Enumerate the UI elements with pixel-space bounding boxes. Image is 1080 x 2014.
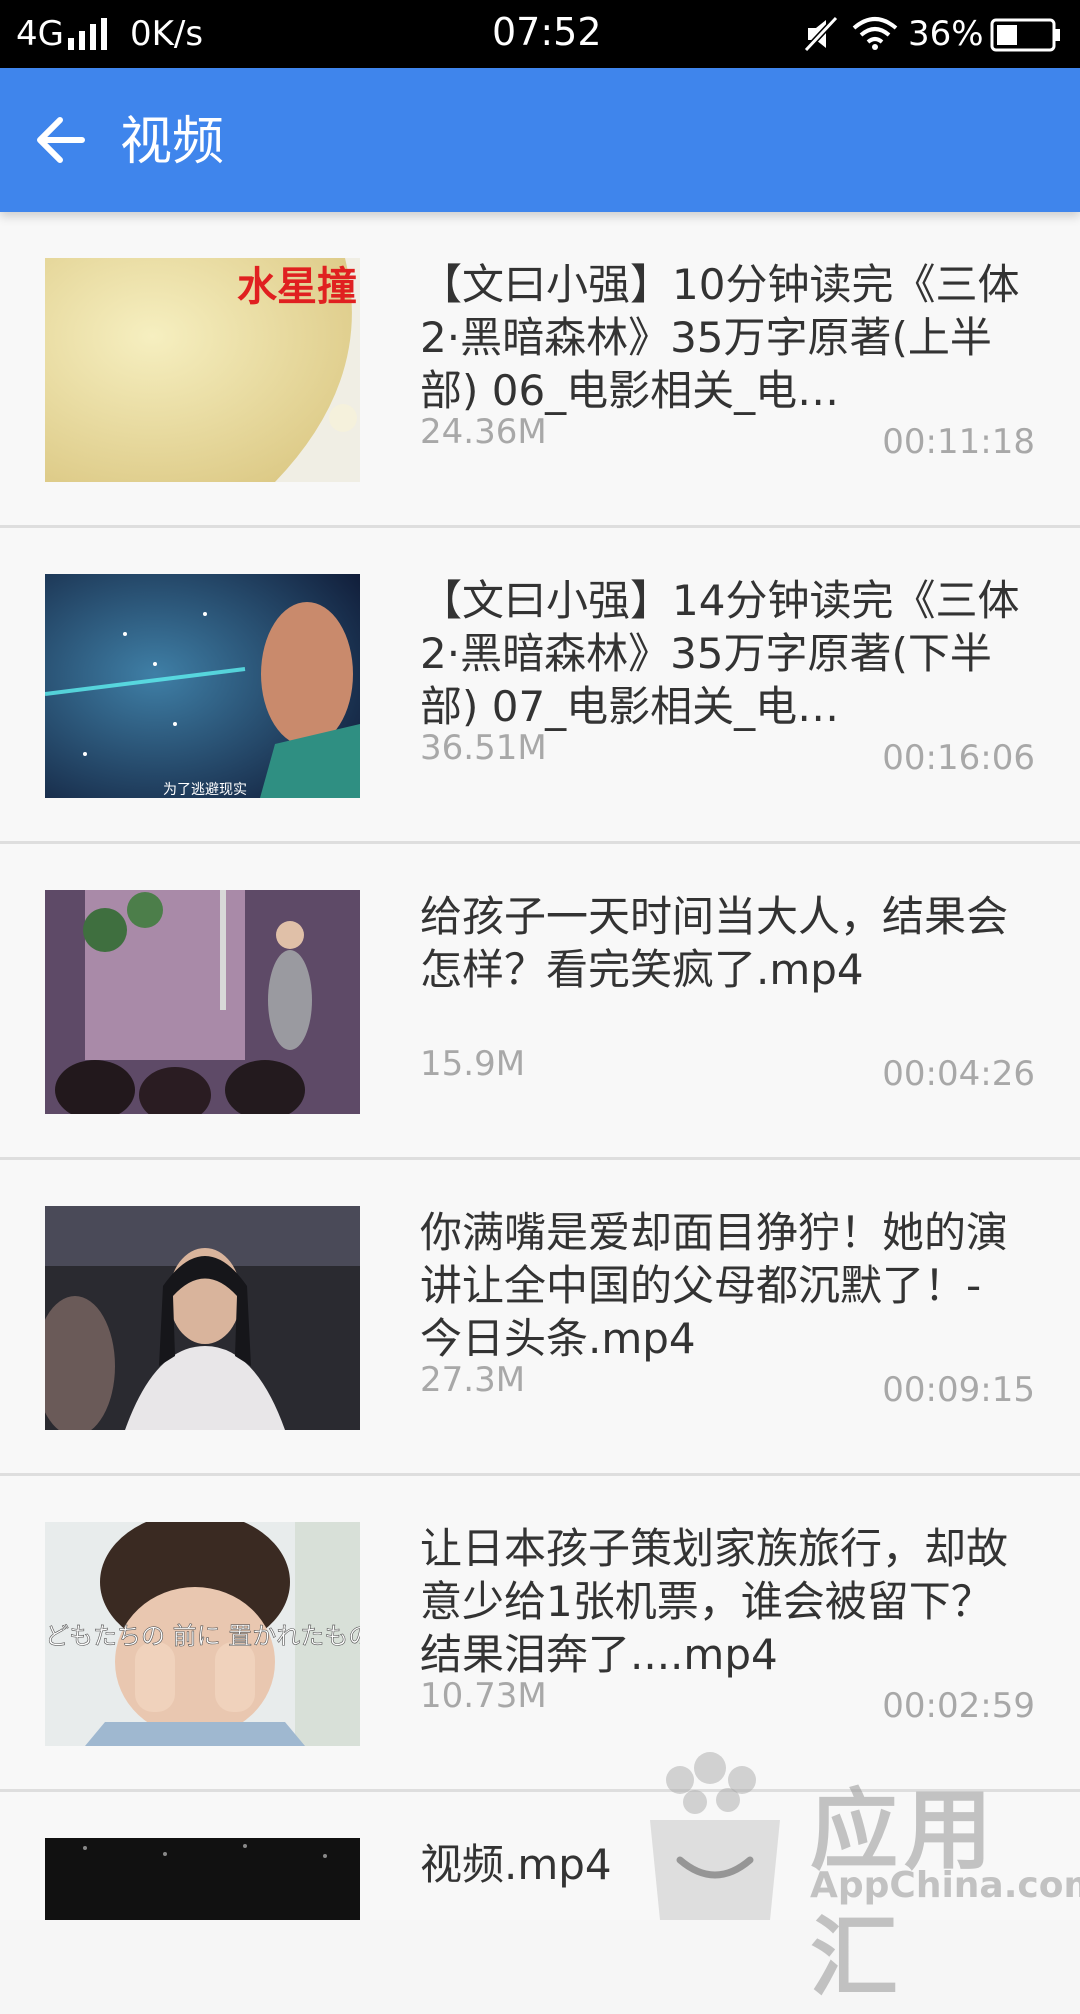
video-thumbnail: 水星撞 [45, 258, 360, 482]
video-list-item[interactable]: 给孩子一天时间当大人，结果会怎样？看完笑疯了.mp4 15.9M 00:04:2… [0, 844, 1080, 1160]
video-thumbnail [45, 890, 360, 1114]
back-arrow-icon[interactable] [30, 108, 94, 172]
video-list-item[interactable]: 水星撞 【文曰小强】10分钟读完《三体2·黑暗森林》35万字原著(上半部) 06… [0, 212, 1080, 528]
video-list-item[interactable]: 你满嘴是爱却面目狰狞！她的演讲让全中国的父母都沉默了！-今日头条.mp4 27.… [0, 1160, 1080, 1476]
video-duration: 00:16:06 [882, 738, 1035, 778]
mute-icon [804, 16, 838, 52]
thumbnail-caption: 水星撞 [237, 264, 357, 310]
video-duration: 00:02:59 [882, 1686, 1035, 1726]
video-title: 视频.mp4 [420, 1840, 612, 1889]
video-size: 27.3M [420, 1360, 526, 1400]
wifi-icon [852, 17, 898, 50]
video-duration: 00:09:15 [882, 1370, 1035, 1410]
video-title: 【文曰小强】10分钟读完《三体2·黑暗森林》35万字原著(上半部) 06_电影相… [420, 260, 1020, 415]
battery-percent: 36% [908, 14, 984, 54]
video-size: 10.73M [420, 1676, 547, 1716]
video-thumbnail: どもたちの 前に 置かれたもの [45, 1522, 360, 1746]
video-thumbnail [45, 1206, 360, 1430]
app-bar: 视频 [0, 68, 1080, 212]
video-list-item[interactable]: どもたちの 前に 置かれたもの 让日本孩子策划家族旅行，却故意少给1张机票，谁会… [0, 1476, 1080, 1792]
clock: 07:52 [492, 10, 602, 54]
video-list: 水星撞 【文曰小强】10分钟读完《三体2·黑暗森林》35万字原著(上半部) 06… [0, 212, 1080, 1920]
video-title: 你满嘴是爱却面目狰狞！她的演讲让全中国的父母都沉默了！-今日头条.mp4 [420, 1208, 1009, 1363]
video-list-item[interactable]: 为了逃避现实 【文曰小强】14分钟读完《三体2·黑暗森林》35万字原著(下半部)… [0, 528, 1080, 844]
signal-icon [68, 18, 107, 50]
video-size: 24.36M [420, 412, 547, 452]
network-speed: 0K/s [130, 14, 204, 54]
page-title: 视频 [120, 112, 225, 172]
video-thumbnail: 为了逃避现实 [45, 574, 360, 798]
video-title: 【文曰小强】14分钟读完《三体2·黑暗森林》35万字原著(下半部) 07_电影相… [420, 576, 1020, 731]
video-title: 给孩子一天时间当大人，结果会怎样？看完笑疯了.mp4 [420, 892, 1009, 994]
video-duration: 00:11:18 [882, 422, 1035, 462]
video-list-item[interactable]: 视频.mp4 [0, 1792, 1080, 1920]
thumbnail-caption: どもたちの 前に 置かれたもの [45, 1622, 360, 1650]
video-duration: 00:04:26 [882, 1054, 1035, 1094]
status-bar: 4G 0K/s 07:52 36% [0, 0, 1080, 68]
video-size: 36.51M [420, 728, 547, 768]
video-title: 让日本孩子策划家族旅行，却故意少给1张机票，谁会被留下？结果泪奔了....mp4 [420, 1524, 1009, 1679]
video-size: 15.9M [420, 1044, 526, 1084]
thumbnail-caption: 为了逃避现实 [163, 782, 247, 798]
video-thumbnail [45, 1838, 360, 1920]
battery-icon [990, 18, 1060, 52]
network-type: 4G [16, 14, 64, 54]
